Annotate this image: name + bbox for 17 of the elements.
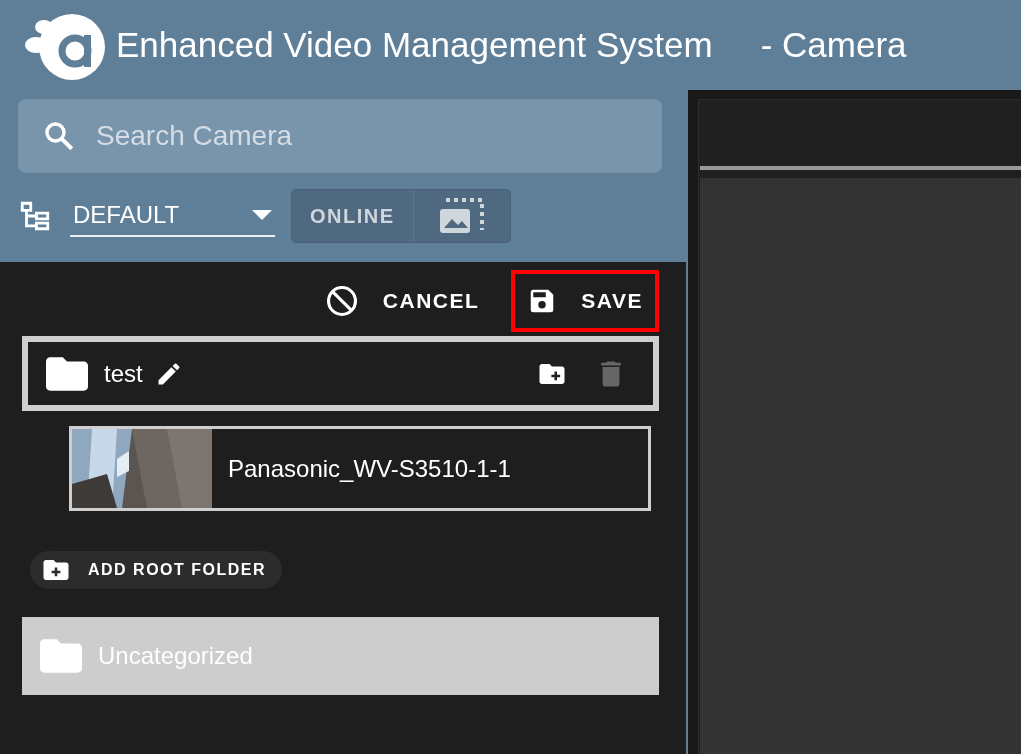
group-dropdown[interactable]: DEFAULT [70, 195, 275, 237]
tree-icon [18, 199, 52, 233]
page-subtitle: - Camera [760, 23, 907, 66]
camera-row[interactable]: Panasonic_WV-S3510-1-1 [69, 426, 651, 511]
caret-icon [252, 209, 272, 221]
cancel-button[interactable]: CANCEL [308, 270, 496, 332]
search-field[interactable]: Search Camera [18, 99, 662, 173]
folder-row[interactable]: test [22, 336, 659, 411]
image-icon [437, 197, 486, 235]
save-button[interactable]: SAVE [511, 270, 659, 332]
camera-name: Panasonic_WV-S3510-1-1 [228, 453, 511, 484]
folder-name: test [104, 358, 143, 389]
app-title: Enhanced Video Management System [116, 23, 713, 66]
cancel-icon [324, 284, 359, 318]
search-icon [42, 119, 76, 153]
folder-icon [40, 636, 82, 676]
add-root-folder-button[interactable]: ADD ROOT FOLDER [30, 551, 283, 589]
